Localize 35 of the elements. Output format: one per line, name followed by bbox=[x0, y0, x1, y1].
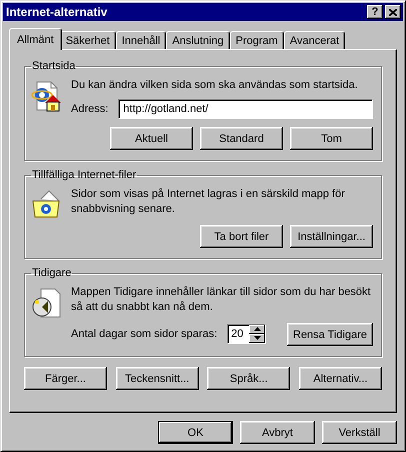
close-icon bbox=[389, 8, 397, 16]
tab[interactable]: Säkerhet bbox=[60, 31, 116, 49]
group-description: Mappen Tidigare innehåller länkar till sidor som du har besökt så att du snabbt kan nå dem. bbox=[71, 285, 372, 315]
page-house-icon bbox=[31, 80, 63, 112]
group-title: Tidigare bbox=[31, 267, 72, 279]
home-action-button[interactable]: Standard bbox=[200, 127, 283, 150]
days-spinner[interactable]: 20 bbox=[227, 324, 266, 344]
tab[interactable]: Innehåll bbox=[116, 31, 166, 49]
group-title: Tillfälliga Internet-filer bbox=[31, 169, 138, 181]
close-button[interactable] bbox=[385, 5, 401, 19]
group-description: Sidor som visas på Internet lagras i en särskild mapp för snabbvisning senare. bbox=[71, 187, 346, 217]
group-description: Du kan ändra vilken sida som ska användas som startsida. bbox=[71, 78, 359, 93]
dialog-button[interactable]: Verkställ bbox=[322, 421, 397, 444]
page-clock-icon bbox=[31, 287, 63, 319]
home-action-button[interactable]: Tom bbox=[290, 127, 373, 150]
address-field[interactable]: http://gotland.net/ bbox=[118, 99, 373, 119]
home-action-button[interactable]: Aktuell bbox=[110, 127, 193, 150]
cache-action-button[interactable]: Ta bort filer bbox=[200, 225, 283, 248]
tab[interactable]: Allmänt bbox=[9, 28, 62, 50]
settings-button[interactable]: Alternativ... bbox=[298, 367, 382, 390]
tab[interactable]: Avancerat bbox=[284, 31, 346, 49]
dialog-button[interactable]: Avbryt bbox=[240, 421, 315, 444]
dialog-button[interactable]: OK bbox=[158, 421, 233, 444]
address-label: Adress: bbox=[71, 103, 108, 115]
help-button[interactable]: ? bbox=[367, 5, 383, 19]
tab[interactable]: Anslutning bbox=[166, 31, 230, 49]
settings-button[interactable]: Teckensnitt... bbox=[116, 367, 199, 390]
tab[interactable]: Program bbox=[230, 31, 284, 49]
history-action-button[interactable]: Rensa Tidigare bbox=[287, 323, 373, 346]
cache-action-button[interactable]: Inställningar... bbox=[290, 225, 373, 248]
group-title: Startsida bbox=[31, 60, 76, 72]
settings-button[interactable]: Färger... bbox=[24, 367, 107, 390]
days-label: Antal dagar som sidor sparas: bbox=[71, 328, 218, 340]
window-title: Internet-alternativ bbox=[6, 5, 108, 19]
settings-button[interactable]: Språk... bbox=[207, 367, 290, 390]
